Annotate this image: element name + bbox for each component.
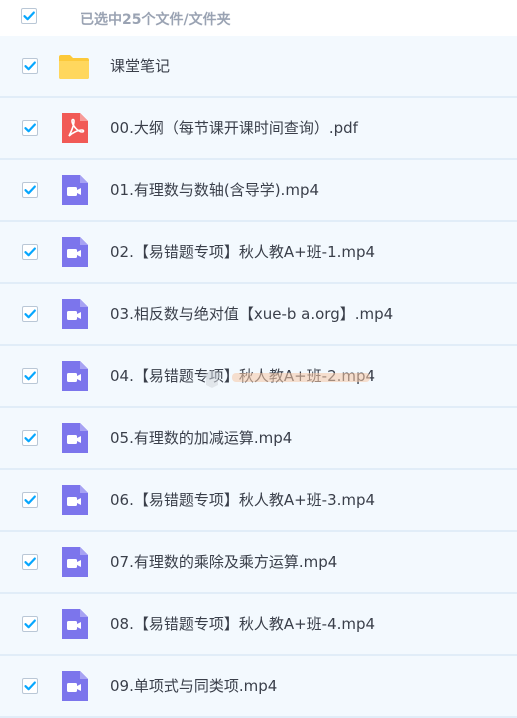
video-icon [58, 174, 90, 206]
file-checkbox[interactable] [22, 616, 38, 632]
check-icon [24, 61, 36, 71]
video-icon [58, 608, 90, 640]
file-checkbox[interactable] [22, 678, 38, 694]
file-name: 01.有理数与数轴(含导学).mp4 [110, 181, 320, 199]
file-checkbox[interactable] [22, 120, 38, 136]
video-icon [58, 484, 90, 516]
check-icon [24, 557, 36, 567]
check-icon [24, 185, 36, 195]
file-row[interactable]: 09.单项式与同类项.mp4 [0, 656, 517, 718]
file-name: 03.相反数与绝对值【xue-b a.org】.mp4 [110, 305, 394, 323]
video-icon [58, 360, 90, 392]
file-row[interactable]: 04.【易错题专项】秋人教A+班-2.mp4 [0, 346, 517, 408]
file-row[interactable]: 01.有理数与数轴(含导学).mp4 [0, 160, 517, 222]
check-icon [24, 247, 36, 257]
file-name: 02.【易错题专项】秋人教A+班-1.mp4 [110, 243, 376, 261]
file-name: 课堂笔记 [110, 57, 171, 75]
file-checkbox[interactable] [22, 430, 38, 446]
video-icon [58, 422, 90, 454]
folder-icon [58, 50, 90, 82]
file-row[interactable]: 02.【易错题专项】秋人教A+班-1.mp4 [0, 222, 517, 284]
check-icon [24, 309, 36, 319]
check-icon [24, 123, 36, 133]
selection-header: 已选中25个文件/文件夹 [0, 0, 517, 36]
file-name: 05.有理数的加减运算.mp4 [110, 429, 293, 447]
file-checkbox[interactable] [22, 244, 38, 260]
file-name: 00.大纲（每节课开课时间查询）.pdf [110, 119, 358, 137]
file-row[interactable]: 00.大纲（每节课开课时间查询）.pdf [0, 98, 517, 160]
check-icon [24, 433, 36, 443]
file-row[interactable]: 课堂笔记 [0, 36, 517, 98]
file-checkbox[interactable] [22, 492, 38, 508]
file-checkbox[interactable] [22, 306, 38, 322]
check-icon [24, 681, 36, 691]
file-checkbox[interactable] [22, 554, 38, 570]
video-icon [58, 298, 90, 330]
select-all-checkbox[interactable] [21, 8, 37, 24]
file-name: 04.【易错题专项】秋人教A+班-2.mp4 [110, 367, 376, 385]
video-icon [58, 236, 90, 268]
check-icon [23, 11, 35, 21]
file-name: 06.【易错题专项】秋人教A+班-3.mp4 [110, 491, 376, 509]
check-icon [24, 619, 36, 629]
pdf-icon [58, 112, 90, 144]
file-checkbox[interactable] [22, 182, 38, 198]
file-name: 09.单项式与同类项.mp4 [110, 677, 278, 695]
file-row[interactable]: 07.有理数的乘除及乘方运算.mp4 [0, 532, 517, 594]
file-checkbox[interactable] [22, 58, 38, 74]
file-row[interactable]: 08.【易错题专项】秋人教A+班-4.mp4 [0, 594, 517, 656]
check-icon [24, 371, 36, 381]
selection-count-label: 已选中25个文件/文件夹 [80, 12, 231, 28]
file-row[interactable]: 03.相反数与绝对值【xue-b a.org】.mp4 [0, 284, 517, 346]
check-icon [24, 495, 36, 505]
video-icon [58, 670, 90, 702]
file-row[interactable]: 05.有理数的加减运算.mp4 [0, 408, 517, 470]
file-name: 08.【易错题专项】秋人教A+班-4.mp4 [110, 615, 376, 633]
file-checkbox[interactable] [22, 368, 38, 384]
file-list: 课堂笔记 00.大纲（每节课开课时间查询）.pdf 01.有理数与数轴(含导学).m… [0, 36, 517, 718]
file-name: 07.有理数的乘除及乘方运算.mp4 [110, 553, 338, 571]
video-icon [58, 546, 90, 578]
file-row[interactable]: 06.【易错题专项】秋人教A+班-3.mp4 [0, 470, 517, 532]
